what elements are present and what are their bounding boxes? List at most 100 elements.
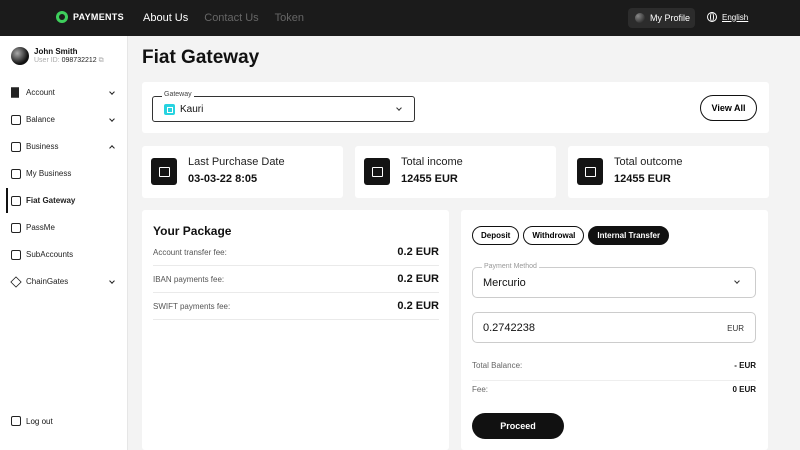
- logo-icon: [56, 11, 68, 23]
- gateway-card: Gateway Kauri View All: [142, 82, 769, 133]
- user-info: John Smith User ID: 098732212 ⧉: [11, 47, 104, 65]
- amount-input[interactable]: 0.2742238 EUR: [472, 312, 756, 343]
- total-balance-value: - EUR: [734, 361, 756, 370]
- fee-value: 0.2 EUR: [397, 273, 439, 285]
- page-title: Fiat Gateway: [142, 47, 260, 68]
- sidebar-item-account[interactable]: Account: [0, 79, 128, 106]
- calendar-icon: [151, 158, 177, 185]
- language-selector[interactable]: English: [707, 12, 748, 22]
- sidebar-item-label: ChainGates: [26, 277, 69, 286]
- transfer-tabs: Deposit Withdrowal Internal Transfer: [472, 226, 670, 245]
- fee-label: IBAN payments fee:: [153, 275, 225, 284]
- proceed-button[interactable]: Proceed: [472, 413, 564, 439]
- sidebar-item-balance[interactable]: Balance: [0, 106, 128, 133]
- package-title: Your Package: [153, 224, 232, 238]
- stat-value: 03-03-22 8:05: [188, 173, 258, 185]
- kauri-icon: [164, 104, 175, 115]
- total-balance-row: Total Balance: - EUR: [472, 358, 756, 374]
- logo[interactable]: PAYMENTS: [56, 11, 124, 23]
- fee-row: IBAN payments fee: 0.2 EUR: [153, 266, 439, 293]
- chevron-down-icon: [109, 278, 115, 284]
- avatar[interactable]: [11, 47, 29, 65]
- passme-icon: [11, 222, 21, 233]
- sidebar-item-label: Fiat Gateway: [26, 196, 76, 205]
- payment-method-select[interactable]: Payment Method Mercurio: [472, 263, 756, 298]
- user-name: John Smith: [34, 47, 78, 56]
- sidebar-menu: Account Balance Business My Business Fia…: [0, 79, 128, 295]
- payment-method-value: Mercurio: [483, 277, 526, 289]
- fee-row: Account transfer fee: 0.2 EUR: [153, 239, 439, 266]
- chevron-down-icon: [109, 116, 115, 122]
- fee-value: 0.2 EUR: [397, 300, 439, 312]
- sidebar-item-passme[interactable]: PassMe: [0, 214, 128, 241]
- nav-about-us[interactable]: About Us: [143, 12, 188, 24]
- fee-info-row: Fee: 0 EUR: [472, 382, 756, 398]
- stat-label: Total income: [401, 156, 463, 168]
- sidebar-item-my-business[interactable]: My Business: [0, 160, 128, 187]
- income-icon: [364, 158, 390, 185]
- payment-method-label: Payment Method: [482, 263, 539, 270]
- stat-card-total-outcome: Total outcome 12455 EUR: [568, 146, 769, 198]
- sidebar-item-label: Balance: [26, 115, 55, 124]
- tab-internal-transfer[interactable]: Internal Transfer: [588, 226, 670, 245]
- sidebar-item-chaingates[interactable]: ChainGates: [0, 268, 128, 295]
- copy-icon[interactable]: ⧉: [99, 57, 104, 64]
- package-card: Your Package Account transfer fee: 0.2 E…: [142, 210, 449, 450]
- amount-unit: EUR: [727, 324, 744, 333]
- stat-label: Total outcome: [614, 156, 683, 168]
- stat-value: 12455 EUR: [614, 173, 671, 185]
- user-id-value: 098732212: [61, 57, 97, 64]
- sidebar-item-fiat-gateway[interactable]: Fiat Gateway: [0, 187, 128, 214]
- gateway-icon: [11, 195, 21, 206]
- my-profile-label: My Profile: [650, 13, 691, 23]
- stat-card-last-purchase: Last Purchase Date 03-03-22 8:05: [142, 146, 343, 198]
- wallet-icon: [11, 114, 21, 125]
- user-id: User ID: 098732212 ⧉: [34, 57, 104, 65]
- chain-icon: [10, 275, 22, 288]
- top-bar: PAYMENTS About Us Contact Us Token My Pr…: [0, 0, 800, 36]
- stat-value: 12455 EUR: [401, 173, 458, 185]
- chevron-up-icon: [109, 145, 115, 151]
- logout-label: Log out: [26, 416, 53, 426]
- outcome-icon: [577, 158, 603, 185]
- gateway-value-text: Kauri: [180, 104, 204, 115]
- fee-label: SWIFT payments fee:: [153, 302, 231, 311]
- sidebar-item-label: Business: [26, 142, 59, 151]
- fee-info-label: Fee:: [472, 385, 489, 394]
- gateway-label: Gateway: [162, 91, 194, 98]
- total-balance-label: Total Balance:: [472, 361, 523, 370]
- store-icon: [11, 168, 21, 179]
- fee-label: Account transfer fee:: [153, 248, 227, 257]
- nav-contact-us[interactable]: Contact Us: [204, 12, 258, 24]
- tab-deposit[interactable]: Deposit: [472, 226, 520, 245]
- sidebar-item-subaccounts[interactable]: SubAccounts: [0, 241, 128, 268]
- fee-row: SWIFT payments fee: 0.2 EUR: [153, 293, 439, 320]
- tab-withdrowal[interactable]: Withdrowal: [523, 226, 585, 245]
- amount-value: 0.2742238: [483, 322, 535, 334]
- stat-label: Last Purchase Date: [188, 156, 285, 168]
- sidebar-item-label: PassMe: [26, 223, 55, 232]
- sidebar-item-label: My Business: [26, 169, 72, 178]
- transfer-card: Deposit Withdrowal Internal Transfer Pay…: [461, 210, 768, 450]
- globe-icon: [707, 12, 717, 22]
- user-id-label: User ID:: [34, 57, 60, 64]
- grid-icon: [11, 86, 21, 98]
- sidebar-item-business[interactable]: Business: [0, 133, 128, 160]
- language-label: English: [722, 12, 749, 22]
- view-all-button[interactable]: View All: [700, 95, 757, 121]
- logout-button[interactable]: Log out: [11, 416, 53, 426]
- subaccounts-icon: [11, 249, 21, 260]
- sidebar: John Smith User ID: 098732212 ⧉ Account …: [0, 36, 128, 450]
- sidebar-item-label: SubAccounts: [26, 250, 74, 259]
- divider: [472, 380, 756, 381]
- logout-icon: [11, 416, 21, 426]
- gateway-select[interactable]: Gateway Kauri: [152, 91, 415, 122]
- main-nav: About Us Contact Us Token: [143, 12, 304, 24]
- stat-card-total-income: Total income 12455 EUR: [355, 146, 556, 198]
- my-profile-button[interactable]: My Profile: [628, 8, 695, 28]
- chevron-down-icon: [109, 89, 115, 95]
- briefcase-icon: [11, 141, 21, 152]
- avatar-icon: [635, 13, 645, 23]
- nav-token[interactable]: Token: [275, 12, 304, 24]
- sidebar-item-label: Account: [26, 88, 55, 97]
